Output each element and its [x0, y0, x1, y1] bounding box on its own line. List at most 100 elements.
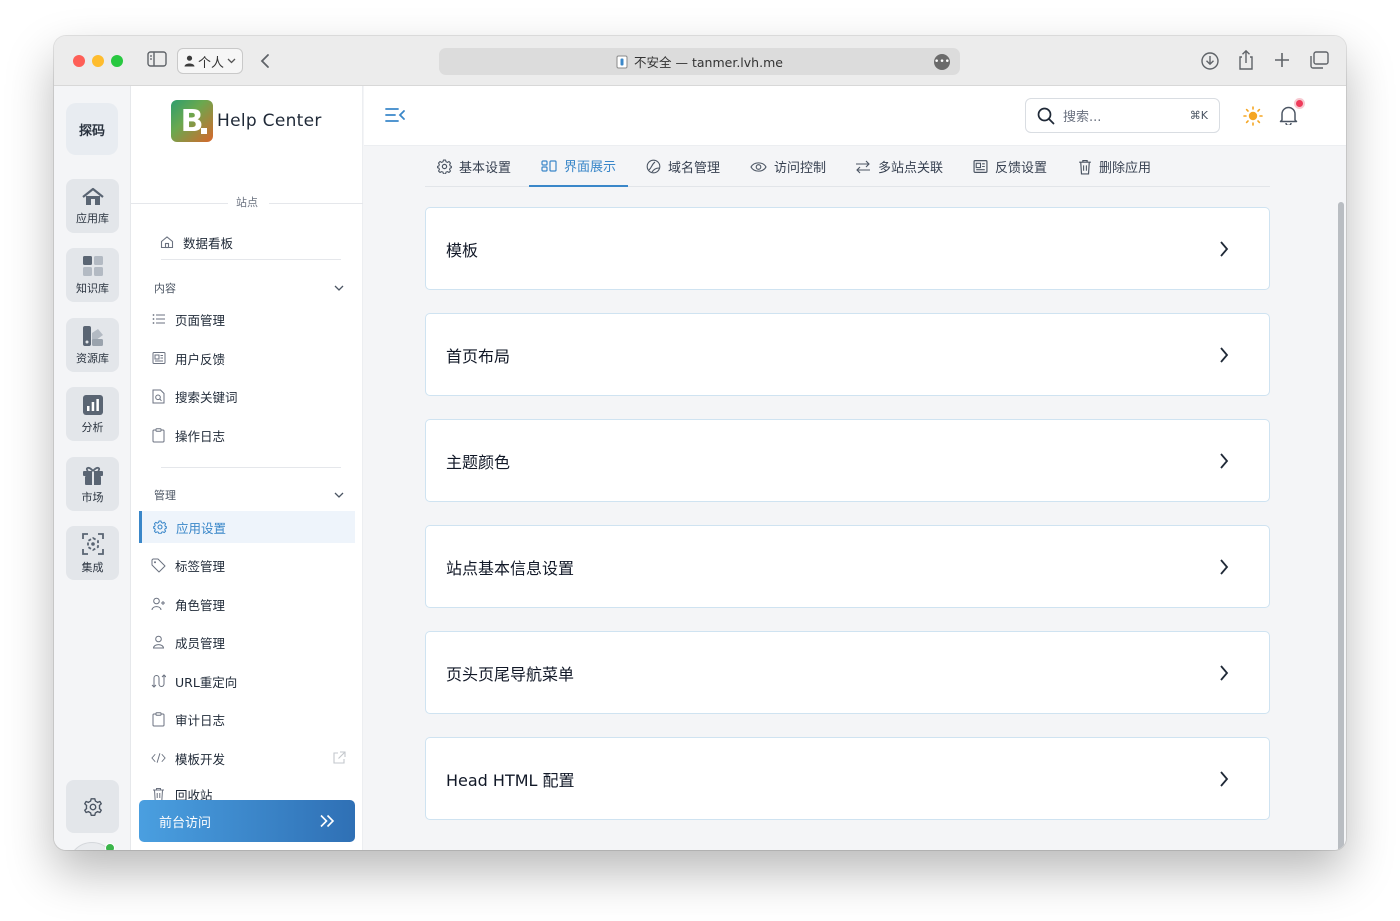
- sidebar-item-roles[interactable]: 角色管理: [139, 588, 355, 620]
- tab-basic-settings[interactable]: 基本设置: [425, 146, 523, 187]
- tab-feedback-settings[interactable]: 反馈设置: [961, 146, 1059, 187]
- gear-icon: [152, 520, 167, 535]
- settings-card-homepage-layout[interactable]: 首页布局: [425, 313, 1270, 396]
- sidebar-item-feedback[interactable]: 用户反馈: [139, 342, 355, 374]
- app-rail: 探码 应用库 知识库 资源库 分析 市场 集成: [54, 86, 131, 850]
- group-title-content[interactable]: 内容: [154, 280, 344, 296]
- brand[interactable]: B Help Center: [171, 100, 322, 142]
- tag-icon: [151, 558, 166, 573]
- sidebar-item-search-keywords[interactable]: 搜索关键词: [139, 380, 355, 412]
- settings-card-theme-color[interactable]: 主题颜色: [425, 419, 1270, 502]
- close-window-button[interactable]: [73, 55, 85, 67]
- rail-item-label: 市场: [81, 490, 104, 504]
- share-icon[interactable]: [1237, 49, 1255, 71]
- home-icon: [81, 187, 105, 207]
- redirect-icon: [151, 674, 166, 689]
- chevron-down-icon: [227, 58, 236, 64]
- tab-label: 访问控制: [774, 161, 827, 176]
- tab-delete-app[interactable]: 删除应用: [1066, 146, 1163, 187]
- sidebar-item-label: 角色管理: [175, 597, 226, 613]
- chevron-down-icon: [334, 285, 344, 291]
- rail-item-knowledge[interactable]: 知识库: [66, 248, 119, 302]
- search-icon: [1037, 107, 1055, 125]
- new-tab-icon[interactable]: [1274, 52, 1290, 68]
- user-icon: [151, 635, 166, 650]
- site-label: 站点: [236, 196, 258, 209]
- sidebar-toggle-icon[interactable]: [147, 51, 167, 67]
- search-box[interactable]: 搜索... ⌘K: [1025, 98, 1220, 133]
- chevron-down-icon: [334, 492, 344, 498]
- sidebar-item-pages[interactable]: 页面管理: [139, 303, 355, 335]
- sidebar-item-url-redirect[interactable]: URL重定向: [139, 665, 355, 697]
- frontend-visit-label: 前台访问: [159, 815, 212, 831]
- tab-label: 基本设置: [459, 161, 512, 176]
- sidebar-item-audit-logs[interactable]: 审计日志: [139, 703, 355, 735]
- user-avatar[interactable]: UO: [68, 842, 116, 850]
- rail-settings-button[interactable]: [66, 780, 119, 833]
- sidebar-item-label: 页面管理: [175, 312, 226, 328]
- minimize-window-button[interactable]: [92, 55, 104, 67]
- rail-item-integration[interactable]: 集成: [66, 526, 119, 580]
- clipboard-icon: [151, 427, 166, 443]
- tab-label: 删除应用: [1099, 161, 1152, 176]
- settings-card-template[interactable]: 模板: [425, 207, 1270, 290]
- sidebar-divider: [161, 467, 341, 468]
- card-title: 页头页尾导航菜单: [446, 664, 575, 684]
- rail-item-analytics[interactable]: 分析: [66, 387, 119, 441]
- more-options-icon[interactable]: •••: [934, 54, 950, 70]
- tab-overview-icon[interactable]: [1309, 51, 1329, 69]
- settings-card-site-info[interactable]: 站点基本信息设置: [425, 525, 1270, 608]
- tab-access-control[interactable]: 访问控制: [738, 146, 838, 187]
- gift-icon: [82, 464, 104, 486]
- rail-item-resources[interactable]: 资源库: [66, 318, 119, 372]
- rail-item-market[interactable]: 市场: [66, 457, 119, 511]
- tab-multi-site[interactable]: 多站点关联: [843, 146, 955, 187]
- profile-label: 个人: [198, 55, 225, 71]
- menu-collapse-icon[interactable]: [384, 106, 406, 128]
- search-shortcut: ⌘K: [1189, 109, 1208, 122]
- trash-icon: [1078, 159, 1092, 175]
- sun-icon[interactable]: [1243, 106, 1263, 130]
- tab-label: 界面展示: [564, 160, 617, 175]
- sidebar-item-members[interactable]: 成员管理: [139, 626, 355, 658]
- rail-logo[interactable]: 探码: [66, 103, 118, 155]
- tab-domain-management[interactable]: 域名管理: [634, 146, 732, 187]
- rail-item-app-library[interactable]: 应用库: [66, 179, 119, 233]
- list-icon: [151, 312, 166, 327]
- group-title-manage[interactable]: 管理: [154, 487, 344, 503]
- card-title: 主题颜色: [446, 452, 511, 472]
- sidebar-item-dashboard[interactable]: 数据看板: [147, 226, 363, 258]
- sidebar-item-template-dev[interactable]: 模板开发: [139, 742, 355, 774]
- rail-item-label: 集成: [81, 560, 104, 574]
- sidebar-item-app-settings[interactable]: 应用设置: [139, 511, 355, 543]
- zoom-window-button[interactable]: [111, 55, 123, 67]
- settings-card-nav-menu[interactable]: 页头页尾导航菜单: [425, 631, 1270, 714]
- rail-item-label: 分析: [81, 420, 104, 434]
- address-bar[interactable]: 不安全 — tanmer.lvh.me •••: [439, 48, 960, 75]
- chevron-right-icon: [1219, 240, 1229, 262]
- notification-dot: [1294, 98, 1305, 109]
- back-icon[interactable]: [260, 53, 270, 69]
- download-icon[interactable]: [1200, 51, 1220, 71]
- sidebar-item-label: 用户反馈: [175, 351, 226, 367]
- scrollbar-thumb[interactable]: [1338, 202, 1344, 850]
- globe-icon: [646, 159, 661, 174]
- frontend-visit-button[interactable]: 前台访问: [139, 800, 355, 842]
- bell-icon[interactable]: [1279, 105, 1298, 129]
- sidebar-item-label: 搜索关键词: [175, 389, 238, 405]
- tab-interface-display[interactable]: 界面展示: [529, 146, 629, 187]
- settings-card-head-html[interactable]: Head HTML 配置: [425, 737, 1270, 820]
- tab-label: 域名管理: [668, 161, 721, 176]
- resources-icon: [81, 325, 105, 347]
- tab-label: 反馈设置: [995, 161, 1048, 176]
- main-scrollbar[interactable]: [1336, 198, 1346, 850]
- sidebar-item-label: 成员管理: [175, 635, 226, 651]
- sidebar-item-operation-logs[interactable]: 操作日志: [139, 419, 355, 451]
- clipboard-icon: [151, 711, 166, 727]
- sidebar-item-label: 操作日志: [175, 428, 226, 444]
- external-link-icon[interactable]: [332, 751, 346, 768]
- user-plus-icon: [151, 597, 166, 612]
- chart-icon: [82, 394, 104, 416]
- profile-selector[interactable]: 个人: [177, 48, 244, 74]
- sidebar-item-tags[interactable]: 标签管理: [139, 549, 355, 581]
